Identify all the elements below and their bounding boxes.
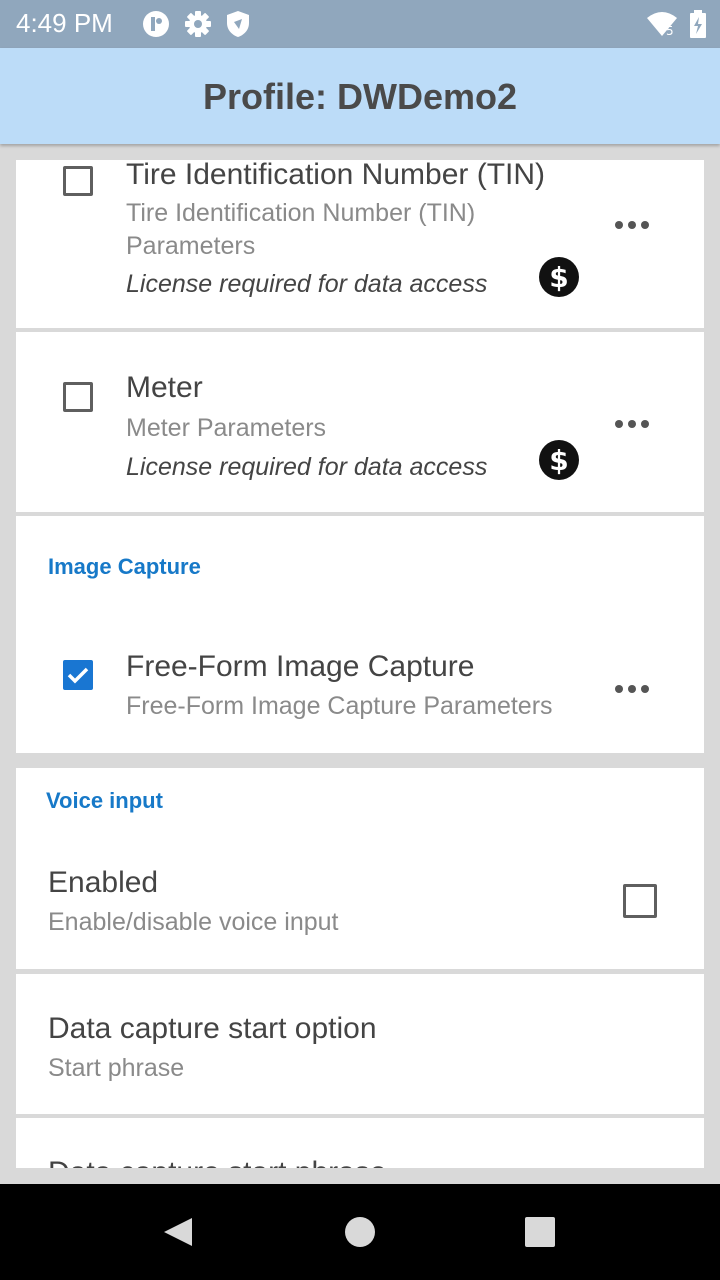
list-item-free-form-image-capture[interactable]: Free-Form Image Capture Free-Form Image … xyxy=(16,626,704,736)
voice-enabled-checkbox[interactable] xyxy=(623,884,657,918)
status-time: 4:49 PM xyxy=(16,8,113,38)
voice-enabled-subtitle: Enable/disable voice input xyxy=(48,908,339,936)
free-form-subtitle: Free-Form Image Capture Parameters xyxy=(126,692,553,720)
back-nav-icon[interactable] xyxy=(162,1216,194,1248)
free-form-title: Free-Form Image Capture xyxy=(126,650,475,683)
license-dollar-icon: $ xyxy=(539,440,579,480)
navigation-bar xyxy=(0,1184,720,1280)
settings-gear-icon xyxy=(185,11,211,37)
meter-checkbox[interactable] xyxy=(63,382,93,412)
app-bar: Profile: DWDemo2 xyxy=(0,48,720,144)
checkmark-icon xyxy=(67,667,89,684)
page-title: Profile: DWDemo2 xyxy=(202,76,518,117)
free-form-checkbox[interactable] xyxy=(63,660,93,690)
more-options-icon[interactable] xyxy=(614,220,650,230)
tin-title: Tire Identification Number (TIN) xyxy=(126,160,546,191)
section-header-voice-input: Voice input xyxy=(46,788,163,813)
notification-icon xyxy=(143,11,169,37)
status-bar: 4:49 PM 5 xyxy=(0,0,720,48)
recents-nav-icon[interactable] xyxy=(524,1216,556,1248)
meter-title: Meter xyxy=(126,371,203,404)
svg-text:$: $ xyxy=(549,444,568,477)
meter-subtitle: Meter Parameters xyxy=(126,414,327,442)
battery-icon xyxy=(690,10,706,38)
svg-text:$: $ xyxy=(549,261,568,294)
license-dollar-icon: $ xyxy=(539,257,579,297)
tin-subtitle-line2: Parameters xyxy=(126,232,256,260)
meter-license-text: License required for data access xyxy=(126,453,488,481)
tin-checkbox[interactable] xyxy=(63,166,93,196)
settings-list[interactable]: Tire Identification Number (TIN) Tire Id… xyxy=(16,160,704,1168)
start-option-title: Data capture start option xyxy=(48,1012,377,1045)
list-item-voice-enabled[interactable]: Enabled Enable/disable voice input xyxy=(16,858,704,958)
svg-text:5: 5 xyxy=(666,24,674,38)
voice-input-section: Voice input Enabled Enable/disable voice… xyxy=(16,768,704,969)
list-item-start-phrase[interactable]: Data capture start phrase xyxy=(16,1118,704,1168)
list-item-meter[interactable]: Meter Meter Parameters License required … xyxy=(16,332,704,512)
tin-subtitle-line1: Tire Identification Number (TIN) xyxy=(126,199,476,227)
image-capture-section: Image Capture Free-Form Image Capture Fr… xyxy=(16,516,704,753)
list-item-start-option[interactable]: Data capture start option Start phrase xyxy=(16,974,704,1114)
section-header-image-capture: Image Capture xyxy=(48,554,201,579)
more-options-icon[interactable] xyxy=(614,419,650,429)
voice-enabled-title: Enabled xyxy=(48,866,159,899)
wifi-icon: 5 xyxy=(647,12,677,38)
tin-license-text: License required for data access xyxy=(126,270,488,298)
home-nav-icon[interactable] xyxy=(344,1216,376,1248)
start-phrase-title: Data capture start phrase xyxy=(48,1156,387,1168)
more-options-icon[interactable] xyxy=(614,684,650,694)
start-option-subtitle: Start phrase xyxy=(48,1054,185,1082)
list-item-tin[interactable]: Tire Identification Number (TIN) Tire Id… xyxy=(16,160,704,328)
shield-icon xyxy=(227,11,249,37)
